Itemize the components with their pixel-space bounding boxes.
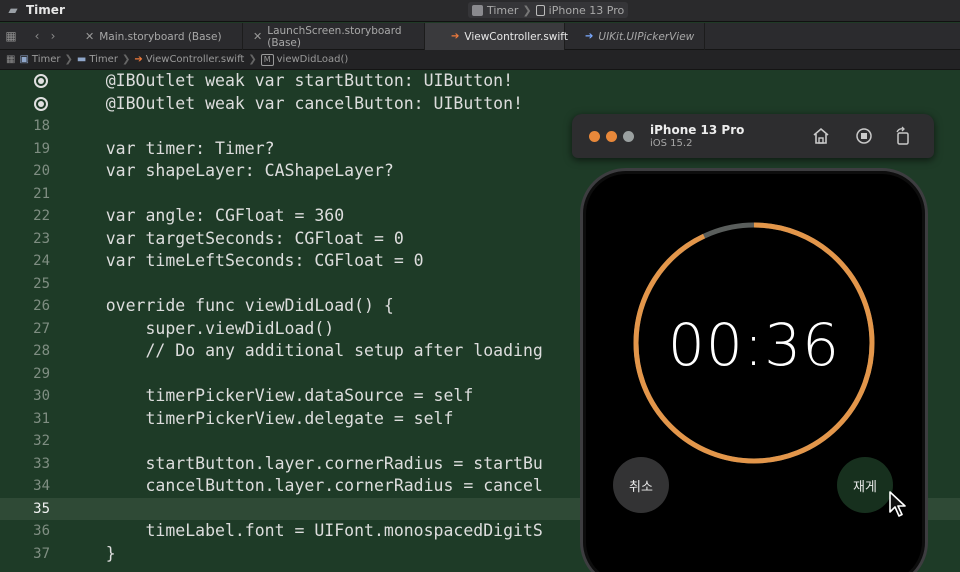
line-number: 21 — [33, 185, 50, 202]
jump-bar: ▦ ▣ Timer ❯ ▬ Timer ❯ ➔ ViewController.s… — [0, 50, 960, 70]
breadcrumb-folder[interactable]: ▬ Timer — [77, 54, 118, 65]
breadcrumb-label: Timer — [31, 54, 61, 65]
cancel-button-label: 취소 — [629, 479, 653, 495]
chevron-right-icon: ❯ — [121, 54, 131, 65]
editor-tab-bar: ▦ ‹ › ✕ Main.storyboard (Base) ✕ LaunchS… — [0, 23, 960, 50]
scheme-app-icon — [472, 4, 483, 16]
grid-icon[interactable]: ▦ — [4, 28, 18, 44]
line-number: 30 — [33, 388, 50, 404]
chevron-right-icon: ❯ — [522, 3, 532, 17]
tab-label: LaunchScreen.storyboard (Base) — [267, 24, 402, 49]
chevron-right-icon: ❯ — [64, 54, 73, 65]
line-number: 33 — [33, 455, 50, 472]
xcode-app-icon: ▰ — [8, 3, 18, 17]
mouse-pointer-icon — [889, 491, 906, 517]
tab-label: ViewController.swift — [464, 30, 568, 43]
breadcrumb-file[interactable]: ➔ ViewController.swift — [134, 54, 244, 65]
code-line[interactable]: @IBOutlet weak var startButton: UIButton… — [0, 70, 960, 93]
code-text: super.viewDidLoad() — [66, 318, 335, 338]
code-text: cancelButton.layer.cornerRadius = cancel — [66, 476, 543, 495]
outlet-connection-icon[interactable] — [34, 74, 48, 88]
project-icon: ▣ — [19, 54, 29, 65]
tab-label: Main.storyboard (Base) — [99, 30, 222, 43]
swift-icon: ➔ — [134, 54, 143, 65]
line-number: 37 — [33, 545, 50, 562]
window-titlebar: ▰ Timer Timer ❯ iPhone 13 Pro — [0, 0, 960, 22]
code-text: timerPickerView.delegate = self — [66, 408, 454, 428]
tab-uikit-uipickerview[interactable]: ➔ UIKit.UIPickerView — [565, 23, 705, 50]
scheme-device: iPhone 13 Pro — [548, 3, 625, 17]
code-text: var timeLeftSeconds: CGFloat = 0 — [66, 251, 424, 270]
code-text: } — [66, 543, 116, 563]
code-text: @IBOutlet weak var cancelButton: UIButto… — [66, 93, 523, 113]
tab-launchscreen-storyboard[interactable]: ✕ LaunchScreen.storyboard (Base) — [243, 23, 425, 50]
code-text: var timer: Timer? — [66, 138, 275, 158]
breadcrumb-label: viewDidLoad() — [276, 54, 349, 65]
cancel-button[interactable]: 취소 — [613, 457, 669, 513]
rotate-icon[interactable] — [892, 125, 914, 147]
code-text: @IBOutlet weak var startButton: UIButton… — [66, 71, 514, 90]
breadcrumb-label: ViewController.swift — [145, 54, 245, 65]
line-number: 28 — [33, 343, 50, 359]
breadcrumb-method[interactable]: M viewDidLoad() — [260, 53, 349, 66]
line-number: 23 — [33, 230, 50, 247]
related-items-icon[interactable]: ▦ — [6, 54, 15, 65]
line-number: 27 — [33, 320, 50, 337]
line-number: 22 — [33, 208, 50, 224]
resume-button[interactable]: 재게 — [837, 457, 893, 513]
storyboard-icon: ✕ — [253, 30, 263, 43]
line-number: 26 — [33, 298, 50, 314]
line-number: 31 — [33, 410, 50, 427]
simulator-toolbar: iPhone 13 Pro iOS 15.2 — [572, 114, 934, 158]
home-icon[interactable] — [810, 125, 832, 147]
breadcrumb-project[interactable]: ▣ Timer — [19, 54, 60, 65]
folder-icon: ▬ — [76, 54, 87, 65]
code-line[interactable]: @IBOutlet weak var cancelButton: UIButto… — [0, 93, 960, 116]
breadcrumb-label: Timer — [89, 54, 118, 65]
tab-viewcontroller-swift[interactable]: ➔ ViewController.swift — [425, 23, 568, 50]
forward-arrow-icon[interactable]: › — [46, 28, 60, 44]
zoom-window-button[interactable] — [623, 131, 634, 142]
swift-icon: ➔ — [451, 31, 460, 42]
framework-icon: ➔ — [585, 31, 594, 42]
simulator-device-name: iPhone 13 Pro — [650, 123, 745, 137]
tab-main-storyboard[interactable]: ✕ Main.storyboard (Base) — [75, 23, 243, 50]
iphone-icon — [535, 4, 545, 16]
line-number: 25 — [33, 275, 50, 292]
code-text: var angle: CGFloat = 360 — [66, 206, 345, 225]
tab-label: UIKit.UIPickerView — [598, 30, 695, 43]
minimize-window-button[interactable] — [606, 131, 617, 142]
line-number: 29 — [33, 365, 50, 382]
scheme-selector[interactable]: Timer ❯ iPhone 13 Pro — [468, 2, 629, 18]
storyboard-icon: ✕ — [85, 30, 95, 43]
time-label: 00:36 — [667, 311, 841, 379]
simulator-os-version: iOS 15.2 — [650, 138, 693, 149]
stop-circle-icon[interactable] — [853, 125, 875, 147]
line-number: 32 — [33, 433, 50, 449]
iphone-simulator-screen: 00:36 취소 재게 — [580, 168, 928, 572]
line-number: 20 — [33, 163, 50, 179]
app-title: Timer — [26, 3, 65, 17]
code-text: startButton.layer.cornerRadius = startBu — [66, 453, 543, 473]
close-window-button[interactable] — [589, 131, 600, 142]
method-icon: M — [260, 53, 274, 66]
code-text: var shapeLayer: CAShapeLayer? — [66, 161, 394, 180]
code-text: var targetSeconds: CGFloat = 0 — [66, 228, 404, 248]
resume-button-label: 재게 — [853, 479, 877, 495]
line-number: 36 — [33, 523, 50, 539]
code-text: // Do any additional setup after loading — [66, 341, 543, 360]
line-number: 19 — [33, 140, 50, 157]
chevron-right-icon: ❯ — [248, 54, 257, 65]
line-number: 24 — [33, 253, 50, 269]
back-arrow-icon[interactable]: ‹ — [30, 28, 44, 44]
outlet-connection-icon[interactable] — [34, 96, 48, 111]
line-number: 34 — [33, 478, 50, 494]
scheme-project: Timer — [487, 3, 519, 17]
code-text: timerPickerView.dataSource = self — [66, 386, 474, 405]
line-number: 35 — [33, 500, 50, 517]
line-number: 18 — [33, 118, 50, 134]
code-text: override func viewDidLoad() { — [66, 296, 394, 315]
